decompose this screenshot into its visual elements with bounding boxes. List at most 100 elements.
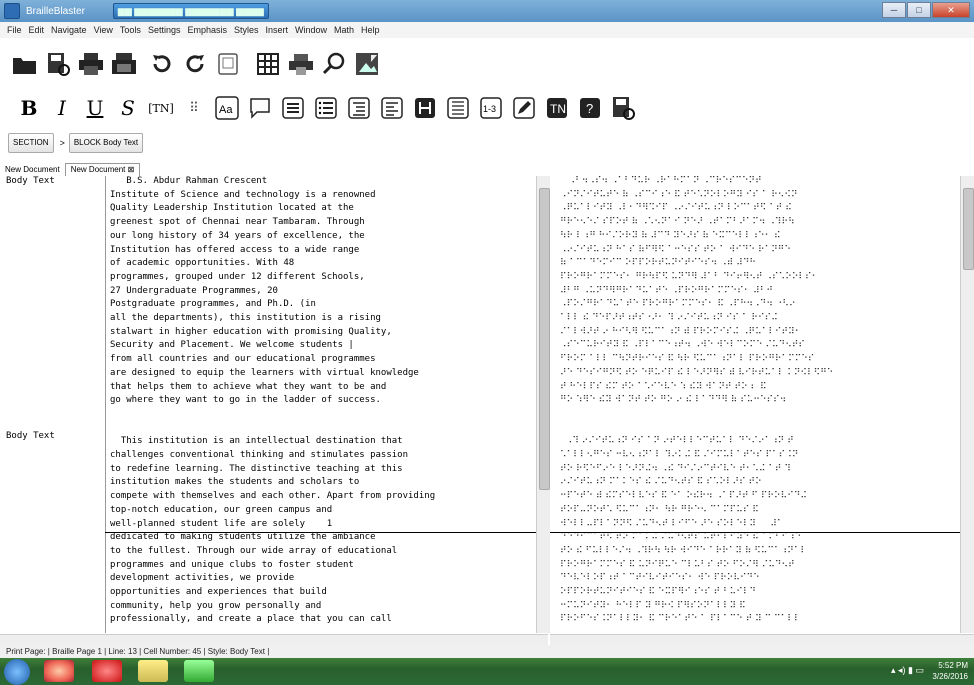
script-button[interactable]: S xyxy=(113,93,143,123)
firefox-taskbar-icon[interactable] xyxy=(44,660,74,682)
search-button[interactable] xyxy=(319,49,349,79)
aa-button[interactable]: Aa xyxy=(212,93,242,123)
text-line: to redefine learning. The distinctive te… xyxy=(110,463,403,474)
close-button[interactable]: ✕ xyxy=(932,2,970,18)
braille-line: ⠠⠊⠝⠌⠊⠞⠥⠞⠑ ⠷ ⠠⠎⠉⠊⠰⠑ ⠯ ⠞⠑⠡⠝⠕⠇⠕⠛⠽ ⠊⠎ ⠁ ⠗⠢⠪⠝ xyxy=(560,189,798,200)
braille-line: ⠠⠏⠕⠌⠛⠗⠁⠙⠥⠁⠞⠑ ⠏⠗⠕⠛⠗⠁⠍⠍⠑⠎⠂ ⠯ ⠠⠏⠓⠲⠠⠙⠲ ⠐⠣⠔ xyxy=(560,299,796,310)
clipboard-button[interactable] xyxy=(213,49,243,79)
block-button[interactable] xyxy=(443,93,473,123)
one-three-button[interactable]: 1-3 xyxy=(476,93,506,123)
start-button[interactable] xyxy=(4,659,30,685)
text-line: programmes and unique clubs to foster st… xyxy=(110,559,354,570)
table-button[interactable] xyxy=(253,49,283,79)
text-line: programmes, grouped under 12 different S… xyxy=(110,271,365,282)
document-tabs: New Document New Document ⊠ xyxy=(0,162,974,177)
redo-button[interactable] xyxy=(180,49,210,79)
text-line: institution makes the students and schol… xyxy=(110,477,360,488)
heading-button[interactable] xyxy=(410,93,440,123)
opera-taskbar-icon[interactable] xyxy=(92,660,122,682)
transcriber-button[interactable]: TN xyxy=(542,93,572,123)
tab-new-document-2[interactable]: New Document ⊠ xyxy=(64,163,141,176)
list-button[interactable] xyxy=(278,93,308,123)
underline-button[interactable]: U xyxy=(80,93,110,123)
note-button[interactable]: ? xyxy=(575,93,605,123)
emboss-button[interactable] xyxy=(109,49,139,79)
print-text-editor[interactable]: Body Text Body Text B.S. Abdur Rahman Cr… xyxy=(0,176,536,633)
braille-line: ⠋⠗⠕⠍ ⠁⠇⠇ ⠉⠳⠝⠞⠗⠊⠑⠎ ⠯ ⠳⠗ ⠫⠥⠉⠁⠰⠝⠁⠇ ⠏⠗⠕⠛⠗⠁⠍⠍… xyxy=(560,354,815,365)
scroll-thumb[interactable] xyxy=(963,188,974,270)
system-tray[interactable]: ▴ ◂) ▮ ▭ xyxy=(891,665,924,676)
braille-view[interactable]: ⠠⠃⠲⠠⠎⠲ ⠠⠁⠃⠙⠥⠗ ⠠⠗⠁⠓⠍⠁⠝ ⠠⠉⠗⠑⠎⠉⠑⠝⠞ ⠠⠊⠝⠌⠊⠞⠥⠞⠑… xyxy=(550,176,960,633)
menu-file[interactable]: File xyxy=(7,25,22,35)
text-line: top-notch education, our green campus an… xyxy=(110,504,333,515)
braille-page-break xyxy=(550,532,960,533)
taskbar-preview-tab[interactable]: ▆▆ ▆▆▆▆▆▆▆ ▆▆▆▆▆▆▆ ▆▆▆▆ xyxy=(112,3,269,19)
print-preview-button[interactable] xyxy=(286,49,316,79)
menu-help[interactable]: Help xyxy=(361,25,380,35)
print-preview-icon xyxy=(289,54,313,75)
italic-button[interactable]: I xyxy=(47,93,77,123)
indent-icon xyxy=(348,97,370,119)
menu-edit[interactable]: Edit xyxy=(29,25,45,35)
menu-tools[interactable]: Tools xyxy=(120,25,141,35)
text-line: Institution has offered access to a wide… xyxy=(110,244,360,255)
minimize-button[interactable]: ─ xyxy=(882,2,906,18)
brailleblaster-taskbar-icon[interactable] xyxy=(184,660,214,682)
menu-navigate[interactable]: Navigate xyxy=(51,25,87,35)
edit-button[interactable] xyxy=(509,93,539,123)
tab-new-document-1[interactable]: New Document xyxy=(0,164,65,176)
text-line: all the departments), this institution i… xyxy=(110,313,381,323)
bold-button[interactable]: B xyxy=(14,93,44,123)
braille-line: ⠕⠏⠏⠕⠗⠞⠥⠝⠊⠞⠊⠑⠎ ⠯ ⠑⠭⠏⠻⠊⠰⠑⠎ ⠞ ⠃⠥⠊⠇⠙ xyxy=(560,587,757,597)
braille-line: ⠏⠗⠕⠛⠗⠁⠍⠍⠑⠎⠂ ⠛⠗⠳⠏⠫ ⠥⠝⠙⠻ ⠼⠁⠃ ⠙⠊⠖⠻⠢⠞ ⠠⠎⠡⠕⠕⠇… xyxy=(560,271,819,282)
menu-window[interactable]: Window xyxy=(295,25,327,35)
text-line: to the fullest. Through our wide array o… xyxy=(110,545,398,556)
menu-styles[interactable]: Styles xyxy=(234,25,259,35)
menu-view[interactable]: View xyxy=(94,25,113,35)
comment-button[interactable] xyxy=(245,93,275,123)
image-button[interactable] xyxy=(352,49,382,79)
format-toolbar: B I U S [TN] ⠿ Aa 1-3 TN ? xyxy=(0,88,974,128)
undo-button[interactable] xyxy=(147,49,177,79)
text-line: greenest spot of Chennai near Tambaram. … xyxy=(110,217,365,228)
breadcrumb-block[interactable]: BLOCK Body Text xyxy=(68,133,144,153)
clock[interactable]: 5:52 PM 3/26/2016 xyxy=(932,660,968,682)
save-button[interactable] xyxy=(43,49,73,79)
print-editor-scrollbar[interactable] xyxy=(536,176,551,633)
maximize-button[interactable]: □ xyxy=(907,2,931,18)
braille-line: ⠼⠃⠛ ⠠⠥⠝⠙⠻⠛⠗⠁⠙⠥⠁⠞⠑ ⠠⠏⠗⠕⠛⠗⠁⠍⠍⠑⠎⠂ ⠼⠃⠚ xyxy=(560,285,773,296)
numbered-list-button[interactable] xyxy=(311,93,341,123)
text-line: 27 Undergraduate Programmes, 20 xyxy=(110,285,278,296)
braille-line: ⠒⠏⠑⠞⠑ ⠾ ⠮⠍⠎⠑⠇⠧⠑⠎ ⠯ ⠑⠁ ⠕⠮⠗⠲ ⠠⠁⠏⠜⠞ ⠋ ⠏⠗⠕⠧⠊… xyxy=(560,491,808,502)
menu-insert[interactable]: Insert xyxy=(266,25,289,35)
menu-math[interactable]: Math xyxy=(334,25,354,35)
braille-view-scrollbar[interactable] xyxy=(960,176,974,633)
menu-settings[interactable]: Settings xyxy=(148,25,181,35)
braille-line: ⠞⠕ ⠮ ⠋⠥⠇⠇⠑⠌⠲ ⠠⠹⠗⠳ ⠳⠗ ⠺⠊⠙⠑ ⠁⠗⠗⠁⠽ ⠷ ⠫⠥⠉⠁⠰⠝… xyxy=(560,545,808,556)
text-line: opportunities and experiences that build xyxy=(110,587,327,597)
braille-dots-button[interactable]: ⠿ xyxy=(179,93,209,123)
text-line: compete with themselves and each other. … xyxy=(110,491,436,502)
text-line: Postgraduate programmes, and Ph.D. (in xyxy=(110,299,316,310)
text-line: Security and Placement. We welcome stude… xyxy=(110,340,354,351)
save-as-button[interactable] xyxy=(608,93,638,123)
open-button[interactable] xyxy=(10,49,40,79)
print-button[interactable] xyxy=(76,49,106,79)
braille-line: ⠞⠕ ⠗⠫⠑⠋⠔⠑ ⠇⠑⠜⠝⠬⠲ ⠠⠮ ⠙⠊⠌⠔⠉⠞⠊⠧⠑ ⠞⠂⠡⠬ ⠁⠞ ⠹ xyxy=(560,463,791,474)
braille-line: ⠌⠁⠇⠺⠜⠞ ⠔ ⠓⠊⠣⠻ ⠫⠥⠉⠁⠰⠝ ⠾ ⠏⠗⠕⠍⠊⠎⠬ ⠠⠟⠥⠁⠇⠊⠞⠽⠂ xyxy=(560,326,802,337)
speech-bubble-icon xyxy=(250,98,270,119)
menu-emphasis[interactable]: Emphasis xyxy=(187,25,227,35)
scroll-thumb[interactable] xyxy=(539,188,550,490)
braille-line: ⠺⠑⠇⠇⠤⠏⠇⠁⠝⠝⠫ ⠌⠥⠙⠢⠞ ⠇⠊⠋⠑ ⠜⠑ ⠎⠕⠇⠑⠇⠽ ⠼⠁ xyxy=(560,518,784,529)
heading-icon xyxy=(415,98,435,118)
explorer-taskbar-icon[interactable] xyxy=(138,660,168,682)
text-line: B.S. Abdur Rahman Crescent xyxy=(110,176,268,186)
align-button[interactable] xyxy=(377,93,407,123)
text-line: community, help you grow personally and xyxy=(110,600,322,611)
braille-line: ⠞ ⠓⠑⠇⠏⠎ ⠮⠍ ⠞⠕ ⠁⠡⠊⠑⠧⠑ ⠱ ⠮⠽ ⠺⠁⠝⠞ ⠞⠕ ⠆ ⠯ xyxy=(560,381,767,392)
indent-button[interactable] xyxy=(344,93,374,123)
breadcrumb-section[interactable]: SECTION xyxy=(8,133,54,153)
text-line: go where they want to go in the ladder o… xyxy=(110,395,381,406)
braille-line: ⠠⠃⠲⠠⠎⠲ ⠠⠁⠃⠙⠥⠗ ⠠⠗⠁⠓⠍⠁⠝ ⠠⠉⠗⠑⠎⠉⠑⠝⠞ xyxy=(560,176,762,186)
tn-button[interactable]: [TN] xyxy=(146,93,176,123)
